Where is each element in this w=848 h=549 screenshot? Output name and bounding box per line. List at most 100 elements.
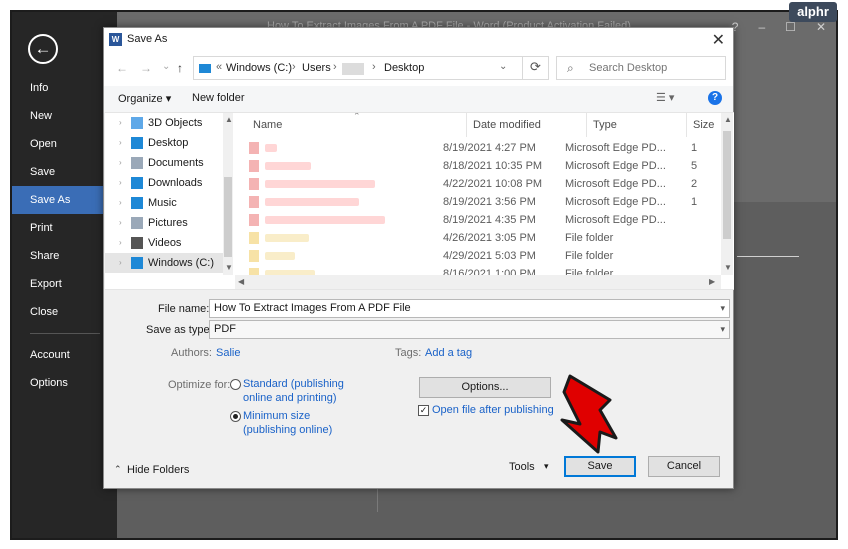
options-button[interactable]: Options... bbox=[419, 377, 551, 398]
scroll-left-icon[interactable]: ◀ bbox=[238, 277, 244, 286]
scroll-up-icon[interactable]: ▲ bbox=[225, 115, 233, 124]
nav-item-export[interactable]: Export bbox=[12, 270, 117, 298]
nav-item-new[interactable]: New bbox=[12, 102, 117, 130]
tree-item-windows-c[interactable]: › Windows (C:) bbox=[105, 253, 223, 273]
tree-item-documents[interactable]: › Documents bbox=[105, 153, 223, 173]
back-icon[interactable]: ← bbox=[116, 61, 128, 75]
save-as-type-select[interactable]: PDF ▾ bbox=[209, 320, 730, 339]
tools-dropdown-icon[interactable]: ▾ bbox=[544, 461, 549, 472]
breadcrumb-windows-c[interactable]: Windows (C:) bbox=[226, 62, 292, 74]
chevron-up-icon[interactable]: ⌃ bbox=[114, 464, 122, 475]
tree-item-pictures[interactable]: › Pictures bbox=[105, 213, 223, 233]
alphr-logo: alphr bbox=[789, 2, 837, 22]
nav-item-info[interactable]: Info bbox=[12, 74, 117, 102]
breadcrumb-overflow[interactable]: « bbox=[216, 61, 222, 73]
address-bar[interactable]: « Windows (C:) › Users › › Desktop ⌄ bbox=[193, 56, 549, 80]
tree-item-downloads[interactable]: › Downloads bbox=[105, 173, 223, 193]
file-row[interactable]: 4/29/2021 5:03 PM File folder bbox=[235, 247, 721, 265]
add-tag-link[interactable]: Add a tag bbox=[425, 347, 472, 359]
file-row[interactable]: 8/19/2021 4:35 PM Microsoft Edge PD... bbox=[235, 211, 721, 229]
nav-item-save[interactable]: Save bbox=[12, 158, 117, 186]
help-icon[interactable]: ? bbox=[708, 91, 722, 105]
tree-item-videos[interactable]: › Videos bbox=[105, 233, 223, 253]
radio-standard[interactable] bbox=[230, 379, 241, 390]
nav-item-share[interactable]: Share bbox=[12, 242, 117, 270]
file-row[interactable]: 8/16/2021 1:00 PM File folder bbox=[235, 265, 721, 275]
column-header-date[interactable]: Date modified bbox=[467, 113, 587, 137]
file-row[interactable]: 8/19/2021 3:56 PM Microsoft Edge PD... 1 bbox=[235, 193, 721, 211]
expand-chevron-icon[interactable]: › bbox=[119, 193, 122, 213]
file-row[interactable]: 4/22/2021 10:08 PM Microsoft Edge PD... 2 bbox=[235, 175, 721, 193]
breadcrumb-desktop[interactable]: Desktop bbox=[384, 62, 424, 74]
expand-chevron-icon[interactable]: › bbox=[119, 213, 122, 233]
open-after-publishing-label[interactable]: Open file after publishing bbox=[432, 404, 554, 416]
file-type: Microsoft Edge PD... bbox=[565, 214, 666, 226]
breadcrumb-users[interactable]: Users bbox=[302, 62, 331, 74]
file-list-scrollbar-thumb[interactable] bbox=[723, 131, 731, 239]
nav-item-options[interactable]: Options bbox=[12, 369, 117, 397]
organize-button[interactable]: Organize ▾ bbox=[118, 92, 171, 105]
file-row[interactable]: 8/18/2021 10:35 PM Microsoft Edge PD... 5 bbox=[235, 157, 721, 175]
cancel-button[interactable]: Cancel bbox=[648, 456, 720, 477]
nav-item-save-as[interactable]: Save As bbox=[12, 186, 117, 214]
maximize-icon[interactable]: ☐ bbox=[785, 20, 796, 34]
nav-item-close[interactable]: Close bbox=[12, 298, 117, 326]
search-box[interactable]: ⌕ bbox=[556, 56, 726, 80]
close-icon[interactable]: ✕ bbox=[712, 30, 725, 50]
chevron-down-icon[interactable]: ▾ bbox=[720, 321, 725, 338]
expand-chevron-icon[interactable]: › bbox=[119, 253, 122, 273]
scroll-up-icon[interactable]: ▲ bbox=[724, 115, 732, 124]
tree-item-desktop[interactable]: › Desktop bbox=[105, 133, 223, 153]
tree-item-data-d[interactable]: ›Data (D:) bbox=[105, 273, 223, 275]
save-button[interactable]: Save bbox=[564, 456, 636, 477]
radio-minimum-size-label[interactable]: Minimum size (publishing online) bbox=[243, 409, 332, 437]
nav-item-print[interactable]: Print bbox=[12, 214, 117, 242]
expand-chevron-icon[interactable]: › bbox=[119, 273, 122, 275]
back-arrow-icon[interactable]: ← bbox=[28, 34, 58, 64]
file-name-field[interactable]: How To Extract Images From A PDF File ▾ bbox=[209, 299, 730, 318]
tree-item-3d-objects[interactable]: › 3D Objects bbox=[105, 113, 223, 133]
horizontal-scrollbar[interactable]: ◀ ▶ bbox=[235, 275, 721, 289]
forward-icon[interactable]: → bbox=[140, 61, 152, 75]
expand-chevron-icon[interactable]: › bbox=[119, 233, 122, 253]
authors-value[interactable]: Salie bbox=[216, 347, 240, 359]
backstage-nav: ← Info New Open Save Save As Print Share Export… bbox=[12, 12, 117, 538]
breadcrumb-user-redacted[interactable] bbox=[342, 63, 364, 75]
search-input[interactable] bbox=[589, 62, 719, 74]
radio-minimum-size[interactable] bbox=[230, 411, 241, 422]
pdf-file-icon bbox=[249, 160, 259, 172]
desktop-icon bbox=[131, 137, 143, 149]
nav-item-account[interactable]: Account bbox=[12, 341, 117, 369]
radio-standard-label[interactable]: Standard (publishing online and printing… bbox=[243, 377, 344, 405]
file-row[interactable]: 8/19/2021 4:27 PM Microsoft Edge PD... 1 bbox=[235, 139, 721, 157]
address-dropdown-icon[interactable]: ⌄ bbox=[499, 61, 507, 72]
dialog-titlebar: W Save As ✕ bbox=[104, 28, 733, 52]
scroll-down-icon[interactable]: ▼ bbox=[724, 263, 732, 272]
file-row[interactable]: 4/26/2021 3:05 PM File folder bbox=[235, 229, 721, 247]
expand-chevron-icon[interactable]: › bbox=[119, 153, 122, 173]
column-header-type[interactable]: Type bbox=[587, 113, 687, 137]
hide-folders-button[interactable]: Hide Folders bbox=[127, 464, 189, 476]
scroll-down-icon[interactable]: ▼ bbox=[225, 263, 233, 272]
column-header-name[interactable]: Name bbox=[235, 113, 467, 137]
up-icon[interactable]: ↑ bbox=[177, 61, 183, 75]
scroll-right-icon[interactable]: ▶ bbox=[709, 277, 715, 286]
recent-locations-icon[interactable]: ⌄ bbox=[162, 61, 170, 72]
navigation-scrollbar-thumb[interactable] bbox=[224, 177, 232, 257]
window-controls: ? – ☐ ✕ bbox=[732, 20, 826, 34]
minimize-icon[interactable]: – bbox=[758, 20, 765, 34]
expand-chevron-icon[interactable]: › bbox=[119, 173, 122, 193]
open-after-publishing-checkbox[interactable]: ✓ bbox=[418, 405, 429, 416]
search-icon: ⌕ bbox=[567, 61, 574, 75]
tree-item-label: Downloads bbox=[148, 177, 203, 189]
nav-item-open[interactable]: Open bbox=[12, 130, 117, 158]
tools-button[interactable]: Tools bbox=[509, 461, 535, 473]
expand-chevron-icon[interactable]: › bbox=[119, 113, 122, 133]
new-folder-button[interactable]: New folder bbox=[192, 92, 245, 104]
chevron-down-icon[interactable]: ▾ bbox=[720, 300, 725, 317]
close-window-icon[interactable]: ✕ bbox=[816, 20, 826, 34]
tree-item-music[interactable]: › Music bbox=[105, 193, 223, 213]
expand-chevron-icon[interactable]: › bbox=[119, 133, 122, 153]
refresh-icon[interactable]: ⟳ bbox=[522, 56, 548, 80]
view-options-button[interactable]: ☰ ▾ bbox=[656, 91, 674, 104]
